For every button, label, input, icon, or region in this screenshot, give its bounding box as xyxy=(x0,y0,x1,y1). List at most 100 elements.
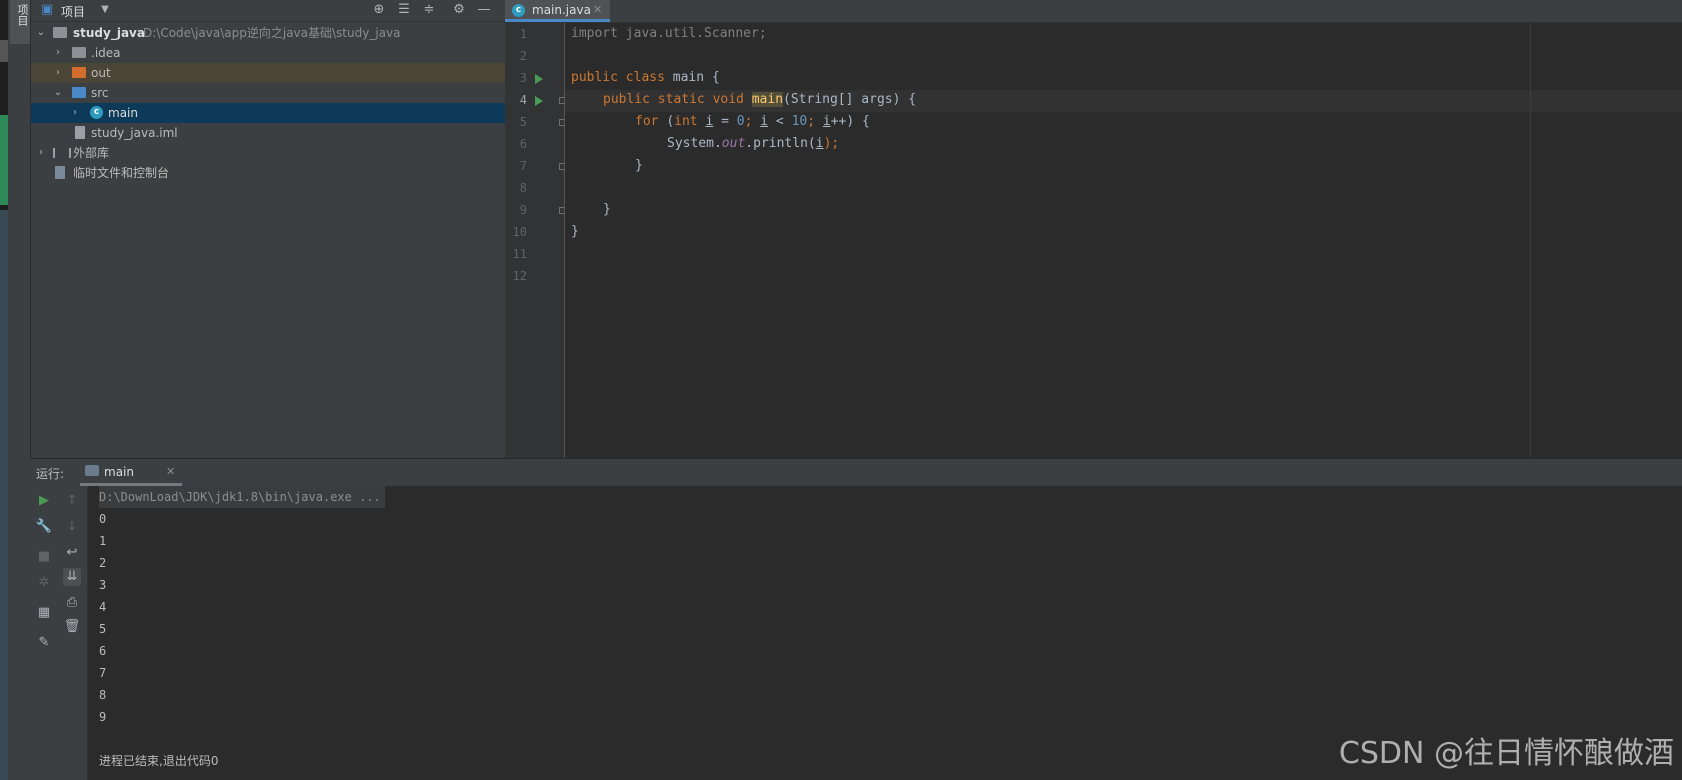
console-output-line: 8 xyxy=(99,688,107,702)
line-number: 8 xyxy=(519,181,527,195)
code-line-1: import java.util.Scanner; xyxy=(571,26,767,41)
line-number: 9 xyxy=(519,203,527,217)
tree-item-study-java[interactable]: ⌄ study_java D:\Code\java\app逆向之java基础\s… xyxy=(31,23,505,43)
tree-item-external-libraries[interactable]: › 外部库 xyxy=(31,143,505,163)
line-number: 5 xyxy=(519,115,527,129)
code-token: main { xyxy=(672,70,720,85)
locate-icon[interactable]: ⊕ xyxy=(371,2,387,18)
stop-icon[interactable]: ■ xyxy=(35,548,53,566)
project-panel-title[interactable]: 项目 xyxy=(61,3,85,20)
tree-item-scratches[interactable]: 临时文件和控制台 xyxy=(31,163,505,183)
editor-gutter: 1 2 3 4 5 6 7 8 9 10 11 12 xyxy=(505,23,566,458)
code-token: = xyxy=(713,114,737,129)
console-exit-message: 进程已结束,退出代码0 xyxy=(99,754,219,768)
console-output-line: 2 xyxy=(99,556,107,570)
java-class-icon: c xyxy=(90,106,103,119)
tree-item-label: out xyxy=(91,66,111,80)
gear-icon[interactable]: ⚙ xyxy=(451,2,467,18)
chevron-right-icon[interactable]: › xyxy=(35,143,47,163)
print-icon[interactable]: ⎙ xyxy=(63,594,81,612)
library-icon xyxy=(53,148,71,158)
project-tool-tab-label: 项目 xyxy=(16,4,29,26)
code-line-9: } xyxy=(603,202,611,217)
source-folder-icon xyxy=(72,87,86,98)
wrench-icon[interactable]: 🔧 xyxy=(35,518,53,536)
chevron-right-icon[interactable]: › xyxy=(52,43,64,63)
chevron-down-icon[interactable]: ⌄ xyxy=(52,83,64,103)
expand-all-icon[interactable]: ☰ xyxy=(396,2,412,18)
scroll-to-end-icon[interactable]: ⇊ xyxy=(63,568,81,586)
close-icon[interactable]: ✕ xyxy=(593,3,602,16)
close-icon[interactable]: ✕ xyxy=(166,465,175,478)
code-token: .println( xyxy=(745,136,816,151)
arrow-down-icon[interactable]: ↓ xyxy=(63,518,81,536)
chevron-down-icon[interactable]: ⌄ xyxy=(35,23,47,43)
run-tab-main[interactable]: main ✕ xyxy=(80,459,182,486)
console-command-line[interactable]: D:\DownLoad\JDK\jdk1.8\bin\java.exe ... xyxy=(99,486,385,508)
tree-item-label: main xyxy=(108,106,138,120)
java-class-icon: c xyxy=(512,4,525,17)
minimize-icon[interactable]: — xyxy=(476,2,492,18)
pin-icon[interactable]: ✎ xyxy=(35,634,53,652)
code-line-5: for (int i = 0; i < 10; i++) { xyxy=(635,111,870,133)
chevron-right-icon[interactable]: › xyxy=(69,103,81,123)
code-line-3: public class main { xyxy=(571,67,720,89)
watermark: CSDN @往日情怀酿做酒 xyxy=(1338,736,1674,771)
console-output-line: 0 xyxy=(99,512,107,526)
arrow-up-icon[interactable]: ↑ xyxy=(63,492,81,510)
code-token: i xyxy=(760,114,769,129)
line-number: 4 xyxy=(519,93,527,107)
run-toolbar-primary: ▶ 🔧 ■ ✲ ▦ ✎ xyxy=(30,486,57,780)
line-number: 6 xyxy=(519,137,527,151)
tab-main-java[interactable]: c main.java ✕ xyxy=(505,0,610,22)
code-token-method: main xyxy=(751,92,784,107)
code-token: ++) { xyxy=(830,114,870,129)
tree-item-iml[interactable]: study_java.iml xyxy=(31,123,505,143)
code-token: 0 xyxy=(736,114,745,129)
line-number: 1 xyxy=(519,27,527,41)
code-token: public static void xyxy=(603,92,752,107)
rerun-icon[interactable]: ▶ xyxy=(35,492,53,510)
tree-item-src[interactable]: ⌄ src xyxy=(31,83,505,103)
tree-item-idea[interactable]: › .idea xyxy=(31,43,505,63)
line-number: 7 xyxy=(519,159,527,173)
layout-icon[interactable]: ▦ xyxy=(35,604,53,622)
right-margin-guide xyxy=(1530,23,1531,458)
project-panel-header: ▣ 项目 ▼ ⊕ ☰ ≑ ⚙ — xyxy=(31,0,505,22)
run-panel-header: 运行: main ✕ xyxy=(30,459,1682,486)
chevron-right-icon[interactable]: › xyxy=(52,63,64,83)
line-number: 10 xyxy=(512,225,527,239)
collapse-all-icon[interactable]: ≑ xyxy=(421,2,437,18)
code-line-6: System.out.println(i); xyxy=(667,133,839,155)
debug-icon[interactable]: ✲ xyxy=(35,574,53,592)
code-token: public class xyxy=(571,70,673,85)
code-content[interactable]: import java.util.Scanner; public class m… xyxy=(565,23,1525,458)
tree-item-out[interactable]: › out xyxy=(31,63,505,83)
project-tool-window-tab[interactable]: 项目 xyxy=(10,0,30,44)
code-token: System. xyxy=(667,136,722,151)
code-line-4: public static void main(String[] args) { xyxy=(603,89,916,111)
tree-item-label: study_java xyxy=(73,26,145,40)
run-icon[interactable] xyxy=(535,96,543,106)
console-output-line: 6 xyxy=(99,644,107,658)
console-output-line: 5 xyxy=(99,622,107,636)
code-token: ( xyxy=(666,114,675,129)
chevron-down-icon[interactable]: ▼ xyxy=(97,2,113,18)
code-token: ); xyxy=(823,136,840,151)
soft-wrap-icon[interactable]: ↩ xyxy=(63,544,81,562)
code-token-field: out xyxy=(721,136,746,151)
trash-icon[interactable]: 🗑 xyxy=(63,618,81,636)
run-icon[interactable] xyxy=(535,74,543,84)
project-view-icon: ▣ xyxy=(40,2,54,17)
console-output-line: 1 xyxy=(99,534,107,548)
console-output-line: 7 xyxy=(99,666,107,680)
tree-item-main[interactable]: › c main xyxy=(31,103,505,123)
code-token: i xyxy=(822,114,831,129)
console-output-line: 9 xyxy=(99,710,107,724)
line-number: 11 xyxy=(512,247,527,261)
tree-item-label: 临时文件和控制台 xyxy=(73,166,170,180)
console-output-line: 3 xyxy=(99,578,107,592)
tree-item-label: src xyxy=(91,86,109,100)
code-token: ; xyxy=(807,114,823,129)
run-toolbar-secondary: ↑ ↓ ↩ ⇊ ⎙ 🗑 xyxy=(57,486,88,780)
